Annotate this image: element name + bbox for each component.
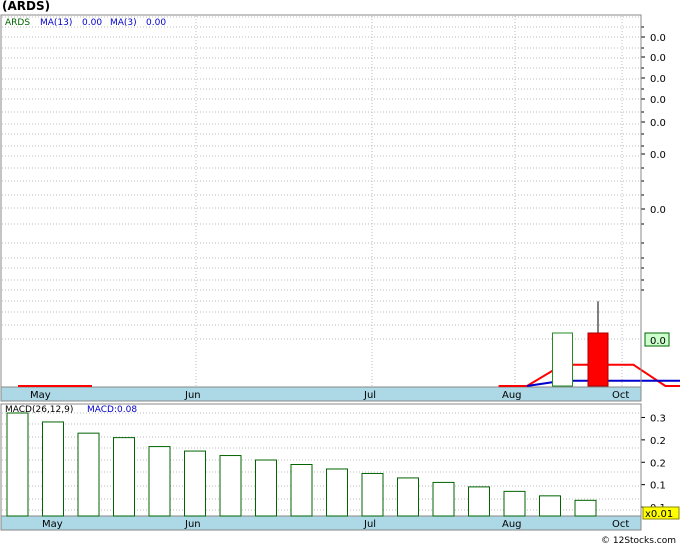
price-x-tick-label: Jul bbox=[363, 390, 376, 401]
price-legend-item: MA(3) bbox=[110, 18, 137, 28]
price-y-tick-label: 0.0 bbox=[650, 74, 666, 85]
price-y-tick-label: 0.0 bbox=[650, 95, 666, 106]
macd-bar bbox=[255, 459, 277, 517]
price-x-tick-label: May bbox=[30, 390, 51, 401]
price-legend-item: MA(13) bbox=[40, 18, 72, 28]
macd-bar bbox=[397, 477, 419, 517]
candle-body bbox=[552, 332, 573, 387]
macd-bar bbox=[574, 499, 597, 517]
macd-x-tick-label: Aug bbox=[502, 519, 522, 530]
price-legend-item: 0.00 bbox=[82, 18, 102, 28]
candle-body bbox=[587, 332, 609, 387]
macd-bar bbox=[184, 450, 206, 517]
macd-scale-label: x0.01 bbox=[645, 509, 673, 520]
price-x-tick-label: Oct bbox=[612, 390, 629, 401]
macd-x-tick-label: Jun bbox=[184, 519, 201, 530]
macd-y-tick-label: 0.1 bbox=[650, 481, 666, 492]
price-x-tick-label: Aug bbox=[502, 390, 522, 401]
macd-bar bbox=[290, 464, 313, 517]
macd-bar bbox=[468, 486, 490, 517]
macd-x-tick-label: May bbox=[42, 519, 63, 530]
price-y-tick-label: 0.0 bbox=[650, 53, 666, 64]
price-legend-item: ARDS bbox=[5, 18, 30, 28]
macd-bar bbox=[361, 472, 384, 517]
macd-y-tick-label: 0.2 bbox=[650, 436, 666, 447]
price-date-axis bbox=[0, 386, 642, 402]
chart-area: May Jun Jul Aug Oct 0.0 0.0 0.0 0.0 0.0 0.0 0.0 0.0 A… bbox=[0, 14, 680, 531]
macd-x-tick-label: Oct bbox=[612, 519, 629, 530]
macd-date-axis bbox=[0, 515, 642, 531]
macd-bar bbox=[42, 421, 64, 517]
last-price-label: 0.0 bbox=[650, 336, 666, 347]
macd-bar bbox=[77, 432, 100, 517]
copyright-footer: © 12Stocks.com bbox=[601, 536, 676, 546]
price-legend-item: 0.00 bbox=[146, 18, 166, 28]
macd-bar bbox=[503, 490, 526, 517]
price-panel-frame bbox=[0, 14, 642, 388]
macd-legend-value: MACD:0.08 bbox=[87, 405, 137, 415]
macd-bar bbox=[539, 495, 561, 517]
macd-y-tick-label: 0.3 bbox=[650, 413, 666, 424]
macd-bar bbox=[326, 468, 348, 517]
macd-x-tick-label: Jul bbox=[363, 519, 376, 530]
macd-bar bbox=[6, 412, 29, 517]
price-y-tick-label: 0.0 bbox=[650, 150, 666, 161]
price-y-tick-label: 0.0 bbox=[650, 118, 666, 129]
price-y-tick-label: 0.0 bbox=[650, 205, 666, 216]
price-y-tick-label: 0.0 bbox=[650, 33, 666, 44]
macd-bar bbox=[148, 446, 171, 517]
macd-bar bbox=[432, 481, 455, 517]
price-x-tick-label: Jun bbox=[184, 390, 201, 401]
macd-bar bbox=[113, 437, 135, 517]
macd-y-tick-label: 0.2 bbox=[650, 458, 666, 469]
macd-bar bbox=[219, 455, 242, 517]
